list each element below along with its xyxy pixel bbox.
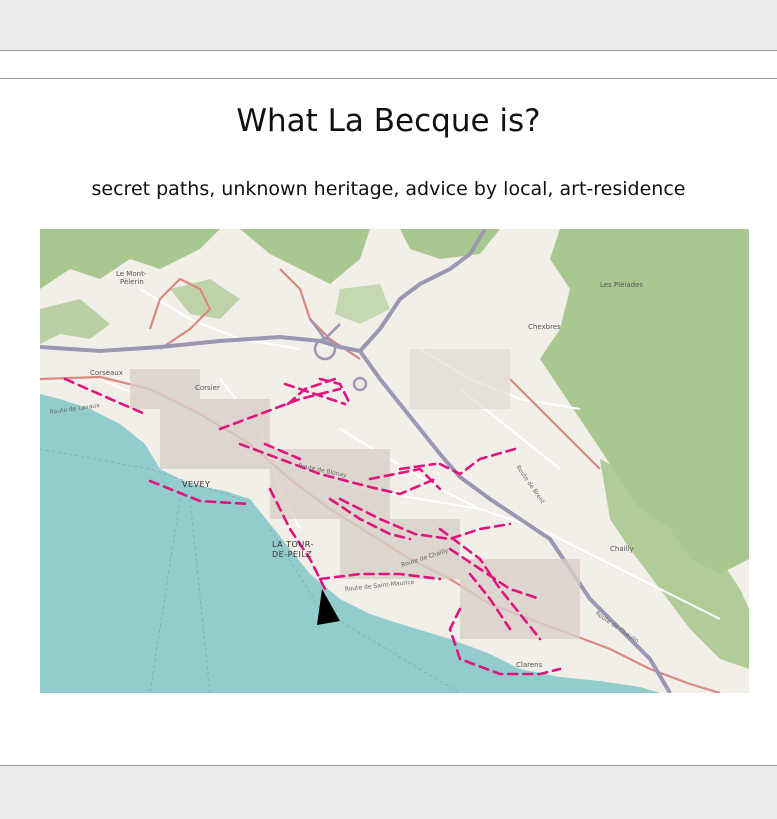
label-la-tour: LA TOUR- bbox=[272, 540, 314, 549]
label-corseaux: Corseaux bbox=[90, 369, 123, 377]
label-les-pleiades: Les Pléiades bbox=[600, 281, 643, 289]
slide-title: What La Becque is? bbox=[236, 103, 541, 139]
label-pelerin: Pèlerin bbox=[120, 278, 144, 286]
map-image: VEVEY LA TOUR- DE-PEILZ Corseaux Corsier… bbox=[40, 229, 749, 693]
label-chexbres: Chexbres bbox=[528, 323, 561, 331]
label-corsier: Corsier bbox=[195, 384, 220, 392]
slide-subtitle: secret paths, unknown heritage, advice b… bbox=[91, 178, 686, 200]
label-vevey: VEVEY bbox=[182, 480, 210, 489]
slide-header-strip bbox=[0, 51, 777, 79]
label-le-mont: Le Mont- bbox=[116, 270, 147, 278]
slide: What La Becque is? secret paths, unknown… bbox=[0, 79, 777, 766]
bottom-toolbar bbox=[0, 766, 777, 819]
top-toolbar bbox=[0, 0, 777, 51]
label-la-tour-2: DE-PEILZ bbox=[272, 550, 312, 559]
map-canvas: VEVEY LA TOUR- DE-PEILZ Corseaux Corsier… bbox=[40, 229, 749, 693]
label-clarens: Clarens bbox=[516, 661, 543, 669]
label-chailly: Chailly bbox=[610, 545, 634, 553]
